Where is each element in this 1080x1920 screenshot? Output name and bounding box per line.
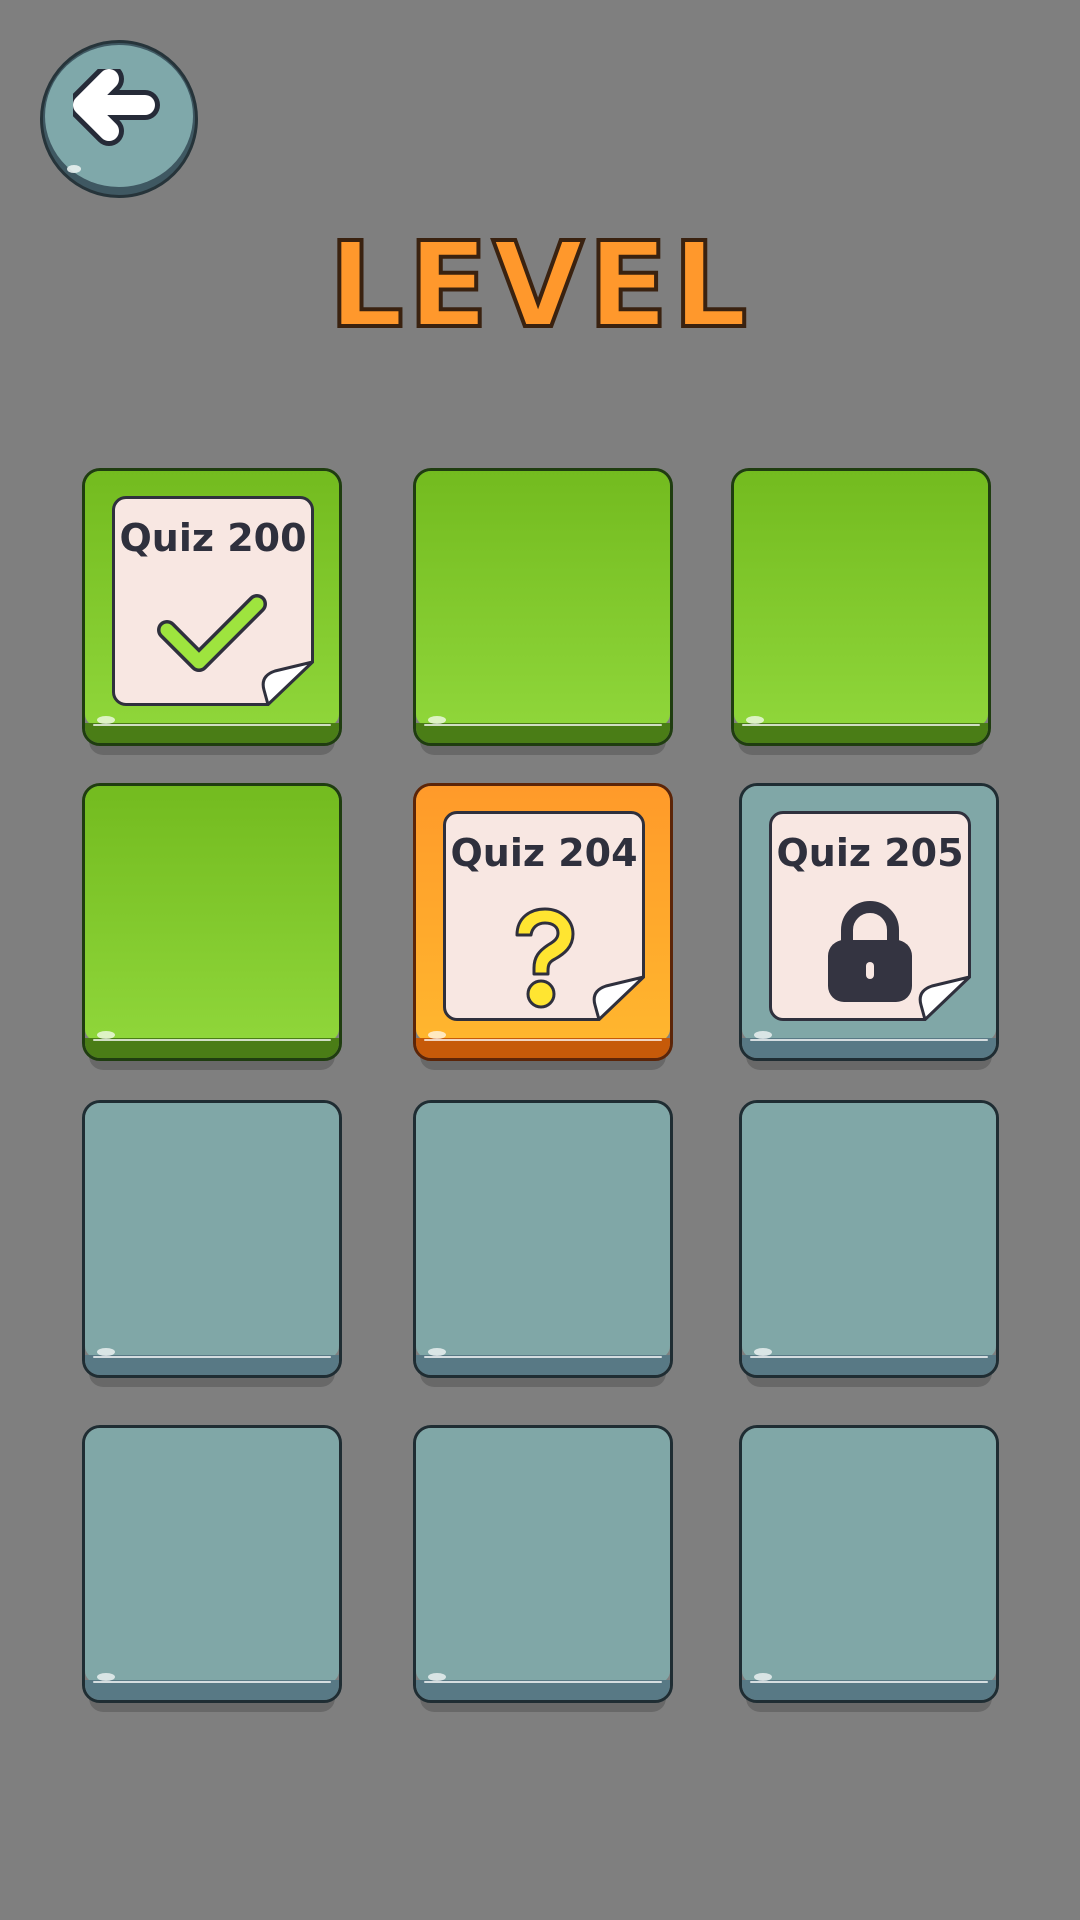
- back-arrow-icon: [73, 69, 160, 146]
- level-tile-current[interactable]: Quiz 204: [413, 783, 673, 1070]
- level-label: Quiz 200: [119, 516, 307, 560]
- level-tile-locked[interactable]: [413, 1425, 673, 1712]
- level-tile-completed[interactable]: [731, 468, 991, 755]
- level-tile-locked[interactable]: [82, 1425, 342, 1712]
- level-tile-locked[interactable]: [739, 1425, 999, 1712]
- level-tile-locked[interactable]: [82, 1100, 342, 1387]
- quiz-card: Quiz 204: [443, 811, 645, 1021]
- level-tile-completed[interactable]: Quiz 200: [82, 468, 342, 755]
- level-tile-locked[interactable]: Quiz 205: [739, 783, 999, 1070]
- level-tile-completed[interactable]: [82, 783, 342, 1070]
- quiz-card: Quiz 205: [769, 811, 971, 1021]
- page-title: LEVEL: [327, 216, 752, 354]
- level-tile-locked[interactable]: [413, 1100, 673, 1387]
- check-icon: [157, 594, 267, 672]
- question-mark-icon: [515, 907, 575, 1009]
- level-tile-completed[interactable]: [413, 468, 673, 755]
- level-label: Quiz 205: [776, 831, 964, 875]
- padlock-icon: [828, 901, 912, 1002]
- back-button[interactable]: [40, 40, 198, 198]
- level-tile-locked[interactable]: [739, 1100, 999, 1387]
- level-label: Quiz 204: [450, 831, 638, 875]
- quiz-card: Quiz 200: [112, 496, 314, 706]
